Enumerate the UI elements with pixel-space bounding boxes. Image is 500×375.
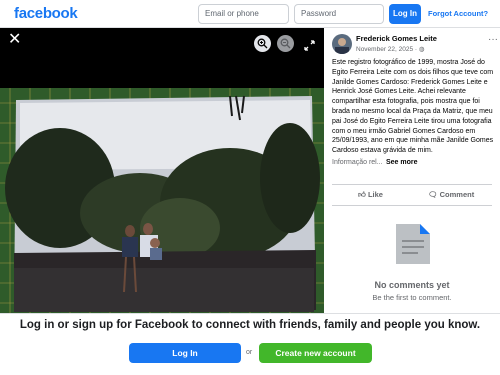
divider <box>332 205 492 206</box>
more-options-icon[interactable]: ··· <box>488 34 498 45</box>
globe-icon: ◍ <box>418 46 425 53</box>
header-login-button[interactable]: Log In <box>389 4 421 24</box>
zoom-in-icon[interactable] <box>254 35 271 52</box>
forgot-account-link[interactable]: Forgot Account? <box>428 9 488 18</box>
photo-viewer: ✕ <box>0 28 324 313</box>
photo[interactable] <box>0 28 324 313</box>
login-button[interactable]: Log In <box>129 343 241 363</box>
like-icon: 👍︎ <box>358 190 366 199</box>
comment-icon: 🗨︎ <box>428 190 438 199</box>
email-field[interactable]: Email or phone <box>198 4 289 24</box>
post-sidebar: Frederick Gomes Leite November 22, 2025 … <box>324 28 500 313</box>
divider <box>332 184 492 185</box>
document-icon <box>396 224 430 264</box>
password-field[interactable]: Password <box>294 4 384 24</box>
fullscreen-icon[interactable] <box>304 38 315 56</box>
see-more-link[interactable]: See more <box>386 159 418 166</box>
avatar[interactable] <box>332 34 352 54</box>
like-label: Like <box>367 190 383 199</box>
post-text: Este registro fotográfico de 1999, mostr… <box>332 59 494 155</box>
or-separator: or <box>246 349 253 356</box>
create-account-button[interactable]: Create new account <box>259 343 372 363</box>
first-to-comment-text: Be the first to comment. <box>372 293 452 302</box>
info-label: Informação rel... <box>332 159 383 166</box>
close-icon[interactable]: ✕ <box>8 32 21 48</box>
signup-banner: Log in or sign up for Facebook to connec… <box>0 313 500 375</box>
post-date-text[interactable]: November 22, 2025 <box>356 46 413 53</box>
comment-label: Comment <box>439 190 475 199</box>
signup-cta-text: Log in or sign up for Facebook to connec… <box>19 319 481 331</box>
facebook-logo[interactable]: facebook <box>14 5 78 22</box>
no-comments-text: No comments yet <box>374 280 450 290</box>
top-bar: facebook Email or phone Password Log In … <box>0 0 500 28</box>
comment-button[interactable]: 🗨︎ Comment <box>428 190 474 199</box>
like-button[interactable]: 👍︎ Like <box>358 190 383 200</box>
post-date[interactable]: November 22, 2025 · ◍ <box>356 45 425 53</box>
post-author[interactable]: Frederick Gomes Leite <box>356 34 437 43</box>
zoom-out-icon[interactable] <box>277 35 294 52</box>
